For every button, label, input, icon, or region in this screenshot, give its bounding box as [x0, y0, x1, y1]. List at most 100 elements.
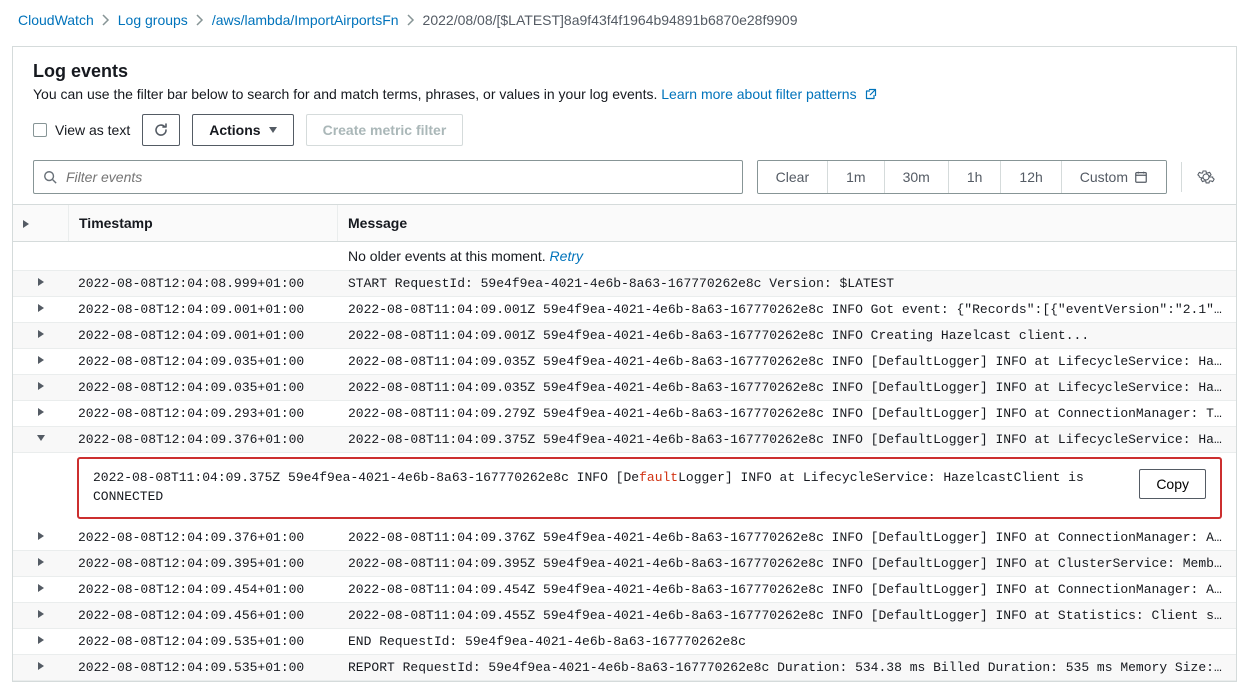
no-older-events-row: No older events at this moment. Retry [13, 242, 1236, 271]
row-timestamp: 2022-08-08T12:04:09.535+01:00 [68, 629, 338, 654]
row-expander[interactable] [13, 349, 68, 374]
view-as-text-checkbox[interactable]: View as text [33, 122, 130, 138]
breadcrumb-link[interactable]: CloudWatch [18, 12, 94, 28]
row-timestamp: 2022-08-08T12:04:09.293+01:00 [68, 401, 338, 426]
caret-right-icon [38, 382, 44, 390]
log-events-table: Timestamp Message No older events at thi… [13, 204, 1236, 681]
table-row: 2022-08-08T12:04:08.999+01:00START Reque… [13, 271, 1236, 297]
row-message: START RequestId: 59e4f9ea-4021-4e6b-8a63… [338, 271, 1236, 296]
time-range-1m[interactable]: 1m [828, 161, 884, 193]
calendar-icon [1134, 170, 1148, 184]
row-expander[interactable] [13, 297, 68, 322]
column-message[interactable]: Message [338, 205, 1236, 241]
refresh-button[interactable] [142, 114, 180, 146]
row-expander[interactable] [13, 603, 68, 628]
filter-events-input[interactable] [33, 160, 743, 194]
time-range-30m[interactable]: 30m [885, 161, 949, 193]
no-older-events-text: No older events at this moment. [348, 248, 546, 264]
retry-link[interactable]: Retry [550, 248, 583, 264]
highlighted-text: fault [639, 470, 678, 485]
row-timestamp: 2022-08-08T12:04:09.454+01:00 [68, 577, 338, 602]
row-message: 2022-08-08T11:04:09.454Z 59e4f9ea-4021-4… [338, 577, 1236, 602]
row-message: 2022-08-08T11:04:09.375Z 59e4f9ea-4021-4… [338, 427, 1236, 452]
caret-right-icon [38, 584, 44, 592]
column-timestamp[interactable]: Timestamp [68, 205, 338, 241]
table-row: 2022-08-08T12:04:09.376+01:002022-08-08T… [13, 525, 1236, 551]
expanded-log-detail: 2022-08-08T11:04:09.375Z 59e4f9ea-4021-4… [77, 457, 1222, 519]
log-events-panel: Log events You can use the filter bar be… [12, 46, 1237, 682]
breadcrumb: CloudWatch Log groups /aws/lambda/Import… [0, 0, 1249, 46]
refresh-icon [153, 122, 169, 138]
breadcrumb-link[interactable]: /aws/lambda/ImportAirportsFn [212, 12, 399, 28]
time-range-clear[interactable]: Clear [758, 161, 828, 193]
row-message: 2022-08-08T11:04:09.455Z 59e4f9ea-4021-4… [338, 603, 1236, 628]
table-row: 2022-08-08T12:04:09.035+01:002022-08-08T… [13, 375, 1236, 401]
row-expander[interactable] [13, 577, 68, 602]
table-row: 2022-08-08T12:04:09.454+01:002022-08-08T… [13, 577, 1236, 603]
row-expander[interactable] [13, 271, 68, 296]
caret-right-icon [38, 532, 44, 540]
table-row: 2022-08-08T12:04:09.456+01:002022-08-08T… [13, 603, 1236, 629]
caret-right-icon [23, 220, 29, 228]
table-row: 2022-08-08T12:04:09.001+01:002022-08-08T… [13, 297, 1236, 323]
row-message: REPORT RequestId: 59e4f9ea-4021-4e6b-8a6… [338, 655, 1236, 680]
row-expander[interactable] [13, 655, 68, 680]
row-timestamp: 2022-08-08T12:04:09.535+01:00 [68, 655, 338, 680]
actions-button[interactable]: Actions [192, 114, 293, 146]
row-message: 2022-08-08T11:04:09.376Z 59e4f9ea-4021-4… [338, 525, 1236, 550]
caret-right-icon [38, 278, 44, 286]
external-link-icon [865, 88, 877, 100]
row-timestamp: 2022-08-08T12:04:09.456+01:00 [68, 603, 338, 628]
chevron-right-icon [102, 14, 110, 26]
page-subtitle: You can use the filter bar below to sear… [33, 86, 1216, 102]
gear-icon [1197, 168, 1215, 186]
row-expander[interactable] [13, 401, 68, 426]
row-timestamp: 2022-08-08T12:04:09.001+01:00 [68, 323, 338, 348]
copy-button[interactable]: Copy [1139, 469, 1206, 499]
column-expander[interactable] [13, 205, 68, 241]
row-expander[interactable] [13, 375, 68, 400]
checkbox-icon [33, 123, 47, 137]
breadcrumb-current: 2022/08/08/[$LATEST]8a9f43f4f1964b94891b… [423, 12, 798, 28]
table-row: 2022-08-08T12:04:09.293+01:002022-08-08T… [13, 401, 1236, 427]
table-row: 2022-08-08T12:04:09.395+01:002022-08-08T… [13, 551, 1236, 577]
caret-right-icon [38, 356, 44, 364]
settings-button[interactable] [1196, 167, 1216, 187]
row-message: 2022-08-08T11:04:09.035Z 59e4f9ea-4021-4… [338, 349, 1236, 374]
table-row: 2022-08-08T12:04:09.376+01:002022-08-08T… [13, 427, 1236, 453]
learn-more-link[interactable]: Learn more about filter patterns [661, 86, 876, 102]
table-row: 2022-08-08T12:04:09.535+01:00REPORT Requ… [13, 655, 1236, 681]
caret-down-icon [37, 435, 45, 441]
time-range-segmented: Clear 1m 30m 1h 12h Custom [757, 160, 1167, 194]
chevron-right-icon [407, 14, 415, 26]
row-timestamp: 2022-08-08T12:04:09.395+01:00 [68, 551, 338, 576]
search-icon [43, 170, 57, 184]
table-row: 2022-08-08T12:04:09.535+01:00END Request… [13, 629, 1236, 655]
page-title: Log events [33, 61, 1216, 82]
caret-right-icon [38, 558, 44, 566]
row-expander[interactable] [13, 629, 68, 654]
time-range-custom[interactable]: Custom [1062, 161, 1166, 193]
row-timestamp: 2022-08-08T12:04:09.376+01:00 [68, 525, 338, 550]
row-message: 2022-08-08T11:04:09.001Z 59e4f9ea-4021-4… [338, 297, 1236, 322]
chevron-right-icon [196, 14, 204, 26]
row-timestamp: 2022-08-08T12:04:09.035+01:00 [68, 349, 338, 374]
row-timestamp: 2022-08-08T12:04:09.376+01:00 [68, 427, 338, 452]
expanded-log-text: 2022-08-08T11:04:09.375Z 59e4f9ea-4021-4… [93, 469, 1127, 507]
table-row: 2022-08-08T12:04:09.001+01:002022-08-08T… [13, 323, 1236, 349]
row-timestamp: 2022-08-08T12:04:09.035+01:00 [68, 375, 338, 400]
row-message: 2022-08-08T11:04:09.395Z 59e4f9ea-4021-4… [338, 551, 1236, 576]
time-range-12h[interactable]: 12h [1001, 161, 1061, 193]
row-expander[interactable] [13, 323, 68, 348]
table-row: 2022-08-08T12:04:09.035+01:002022-08-08T… [13, 349, 1236, 375]
row-timestamp: 2022-08-08T12:04:09.001+01:00 [68, 297, 338, 322]
row-message: 2022-08-08T11:04:09.001Z 59e4f9ea-4021-4… [338, 323, 1236, 348]
row-message: 2022-08-08T11:04:09.279Z 59e4f9ea-4021-4… [338, 401, 1236, 426]
row-expander[interactable] [13, 551, 68, 576]
time-range-1h[interactable]: 1h [949, 161, 1002, 193]
breadcrumb-link[interactable]: Log groups [118, 12, 188, 28]
row-expander[interactable] [13, 427, 68, 452]
create-metric-filter-button[interactable]: Create metric filter [306, 114, 464, 146]
row-expander[interactable] [13, 525, 68, 550]
divider [1181, 162, 1182, 192]
